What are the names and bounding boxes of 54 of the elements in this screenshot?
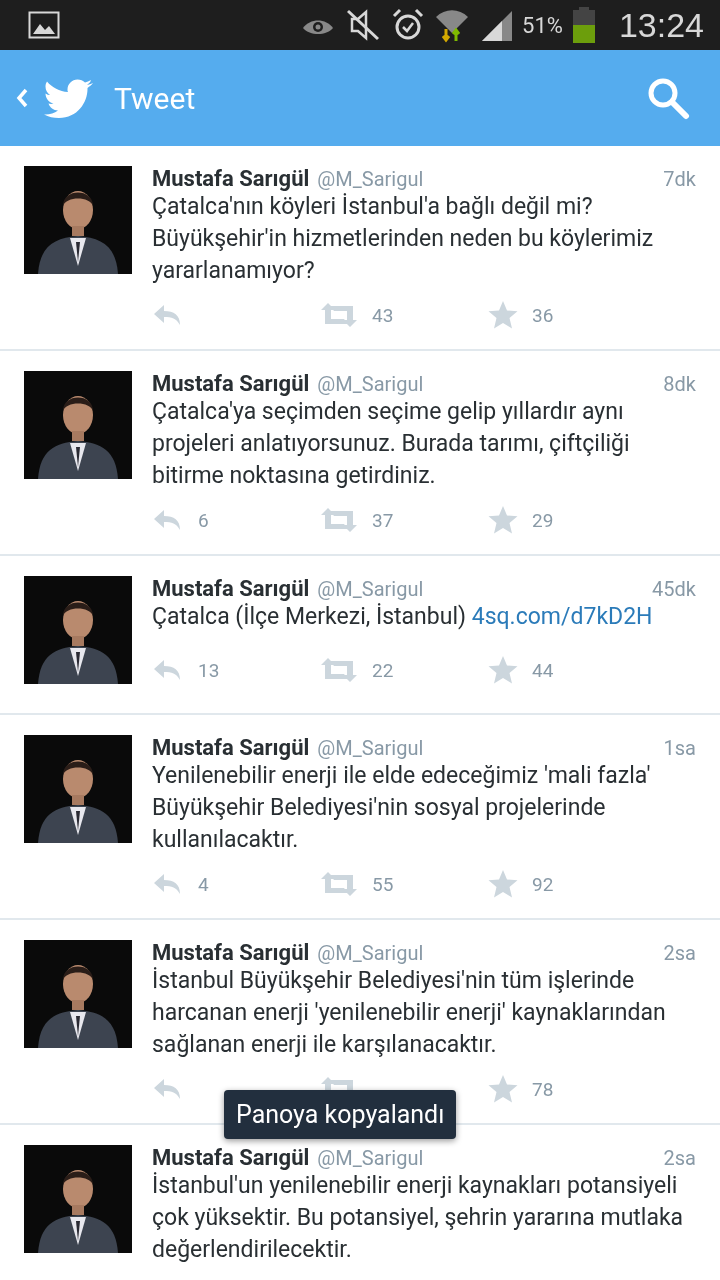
battery-percent: 51% (522, 12, 563, 38)
bird-logo-icon (44, 78, 94, 118)
tweet-time: 7dk (663, 167, 696, 191)
alarm-icon (392, 8, 425, 42)
reply-count: 4 (198, 872, 209, 896)
back-icon (16, 88, 28, 108)
tweet-text: Çatalca'ya seçimden seçime gelip yıllardır aynı projeleri anlatıyorsunuz. Burada tarımı, çiftçiliği bitirme noktasına getirdiniz. (152, 397, 631, 491)
favorite-count: 78 (532, 1077, 554, 1101)
author-name[interactable]: Mustafa Sarıgül (152, 166, 310, 191)
star-icon[interactable] (488, 870, 518, 898)
star-icon[interactable] (488, 656, 518, 684)
star-icon[interactable] (488, 301, 518, 329)
tweet-time: 2sa (663, 1146, 696, 1170)
favorite-count: 92 (532, 872, 554, 896)
author-handle: @M_Sarigul (317, 1146, 425, 1170)
wifi-icon (434, 7, 471, 43)
star-icon[interactable] (488, 1075, 518, 1103)
favorite-count: 44 (532, 658, 554, 682)
author-handle: @M_Sarigul (317, 167, 425, 191)
tweet-link[interactable]: 4sq.com/d7kD2H (471, 603, 653, 630)
author-name[interactable]: Mustafa Sarıgül (152, 735, 310, 760)
tweet-text: İstanbul Büyükşehir Belediyesi'nin tüm işlerinde harcanan enerji 'yenilenebilir enerji' kaynaklarından sağlanan enerji ile karşılanacaktır. (152, 966, 667, 1060)
clock: 13:24 (618, 5, 704, 45)
favorite-count: 36 (532, 303, 554, 327)
author-name[interactable]: Mustafa Sarıgül (152, 371, 310, 396)
tweet-time: 1sa (663, 736, 696, 760)
author-name[interactable]: Mustafa Sarıgül (152, 1145, 310, 1170)
tweet-time: 45dk (652, 577, 696, 601)
author-handle: @M_Sarigul (317, 736, 425, 760)
signal-icon (480, 9, 513, 41)
tweet-text: Çatalca'nın köyleri İstanbul'a bağlı değil mi? Büyükşehir'in hizmetlerinden neden bu köylerimiz yararlanamıyor? (152, 192, 655, 286)
screen-title: Tweet (114, 80, 197, 116)
retweet-count: 55 (372, 872, 394, 896)
tweet-text: Çatalca (İlçe Merkezi, İstanbul) 4sq.com/d7kD2H (152, 602, 654, 632)
tweet-text: İstanbul'un yenilenebilir enerji kaynakları potansiyeli çok yüksektir. Bu potansiyel, şehrin yararına mutlaka değerlendirilecektir. (152, 1171, 685, 1265)
toast-message: Panoya kopyalandı (224, 1090, 457, 1139)
retweet-count: 37 (372, 508, 394, 532)
star-icon[interactable] (488, 506, 518, 534)
image-icon (28, 11, 60, 39)
retweet-count: 22 (372, 658, 394, 682)
battery-icon (572, 7, 595, 43)
retweet-count: 43 (372, 303, 394, 327)
search-icon[interactable] (646, 76, 690, 120)
reply-count: 13 (198, 658, 220, 682)
author-name[interactable]: Mustafa Sarıgül (152, 940, 310, 965)
author-name[interactable]: Mustafa Sarıgül (152, 576, 310, 601)
reply-count: 6 (198, 508, 209, 532)
favorite-count: 29 (532, 508, 554, 532)
tweet-time: 2sa (663, 941, 696, 965)
tweet-text: Yenilenebilir enerji ile elde edeceğimiz 'mali fazla' Büyükşehir Belediyesi'nin sosyal projelerinde kullanılacaktır. (152, 761, 652, 855)
author-handle: @M_Sarigul (317, 577, 425, 601)
tweet-time: 8dk (663, 372, 696, 396)
author-handle: @M_Sarigul (317, 941, 425, 965)
author-handle: @M_Sarigul (317, 372, 425, 396)
